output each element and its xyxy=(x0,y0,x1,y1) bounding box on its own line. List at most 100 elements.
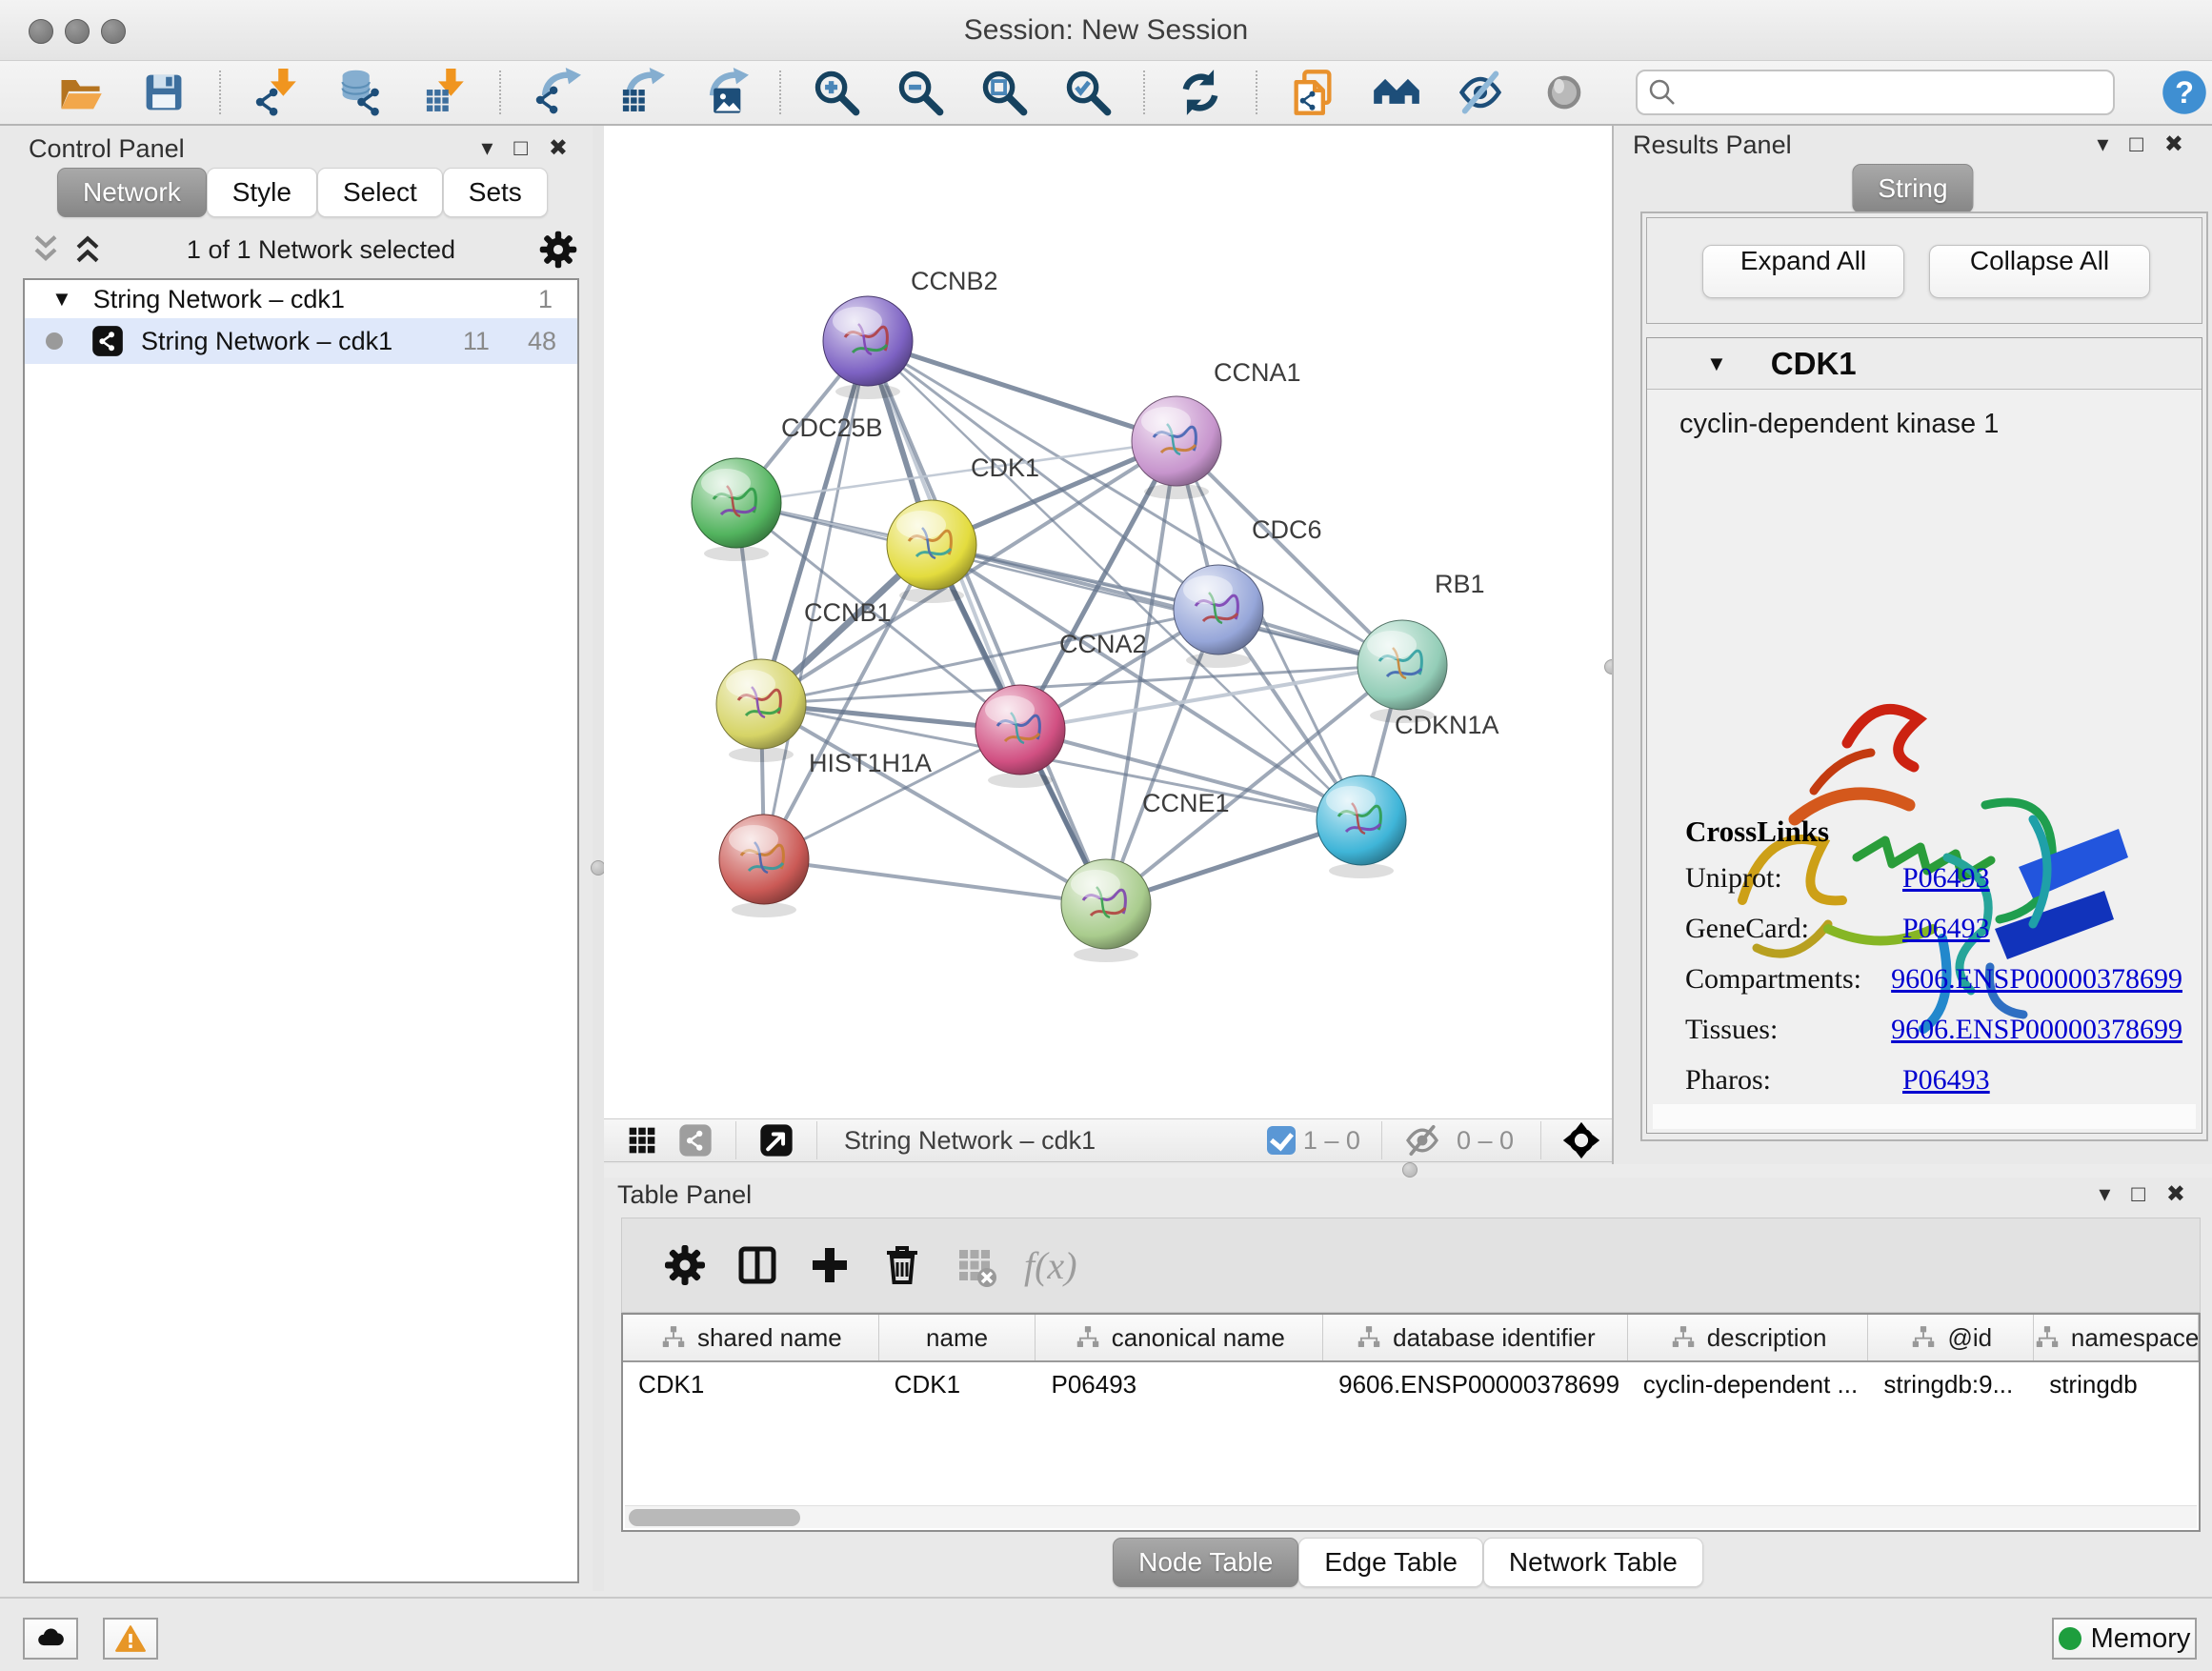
zoom-out-icon[interactable] xyxy=(894,66,947,119)
zoom-in-icon[interactable] xyxy=(810,66,863,119)
open-icon[interactable] xyxy=(53,66,107,119)
network-edge[interactable] xyxy=(764,859,1106,904)
birds-eye-view-icon[interactable] xyxy=(623,1121,661,1159)
column-header--id[interactable]: @id xyxy=(1868,1315,2034,1360)
network-edge[interactable] xyxy=(868,341,1176,441)
network-node-CDKN1A[interactable] xyxy=(1317,775,1406,878)
table-cell[interactable]: CDK1 xyxy=(623,1362,879,1406)
horizontal-splitter-handle[interactable] xyxy=(1402,1162,1418,1178)
results-scroll-strip xyxy=(1653,1104,2196,1129)
network-node-HIST1H1A[interactable] xyxy=(719,815,809,917)
table-cell[interactable]: cyclin-dependent ... xyxy=(1628,1362,1869,1406)
selected-counts: 1 – 0 xyxy=(1303,1126,1360,1156)
search-input[interactable] xyxy=(1636,70,2115,115)
collection-disclosure-icon[interactable]: ▼ xyxy=(51,287,72,312)
column-header-database-identifier[interactable]: database identifier xyxy=(1323,1315,1628,1360)
hide-selected-icon[interactable] xyxy=(1454,66,1507,119)
table-options-gear-icon[interactable] xyxy=(658,1238,712,1292)
show-columns-icon[interactable] xyxy=(731,1238,784,1292)
table-row[interactable]: CDK1CDK1P064939606.ENSP00000378699cyclin… xyxy=(623,1362,2199,1406)
network-edge[interactable] xyxy=(868,341,1106,904)
cloud-button[interactable] xyxy=(23,1618,78,1660)
crosslink-link[interactable]: P06493 xyxy=(1902,862,1990,895)
table-cell[interactable]: stringdb xyxy=(2034,1362,2199,1406)
horizontal-splitter[interactable] xyxy=(604,1164,2212,1178)
clone-network-icon[interactable] xyxy=(1286,66,1339,119)
network-node-CCNB1[interactable] xyxy=(716,659,806,762)
table-cell[interactable]: CDK1 xyxy=(879,1362,1036,1406)
table-panel-collapse-icon[interactable]: ▾ xyxy=(2099,1178,2110,1212)
memory-button[interactable]: Memory xyxy=(2052,1618,2197,1660)
home-icon[interactable] xyxy=(1370,66,1423,119)
selected-nodes-checkbox[interactable] xyxy=(1267,1126,1296,1155)
table-panel-close-icon[interactable]: ✖ xyxy=(2166,1178,2185,1212)
add-column-icon[interactable] xyxy=(803,1238,856,1292)
expand-all-networks-icon[interactable] xyxy=(27,231,65,269)
collapse-all-button[interactable]: Collapse All xyxy=(1929,245,2150,298)
tab-select[interactable]: Select xyxy=(317,168,443,217)
control-panel-float-icon[interactable]: □ xyxy=(513,131,528,166)
column-header-namespace[interactable]: namespace xyxy=(2034,1315,2199,1360)
table-horizontal-scrollbar[interactable] xyxy=(625,1505,2197,1528)
export-image-icon[interactable] xyxy=(697,66,751,119)
save-icon[interactable] xyxy=(137,66,191,119)
warning-button[interactable] xyxy=(103,1618,158,1660)
tab-style[interactable]: Style xyxy=(207,168,317,217)
help-icon[interactable]: ? xyxy=(2159,67,2210,118)
collapse-all-networks-icon[interactable] xyxy=(69,231,107,269)
column-header-shared-name[interactable]: shared name xyxy=(623,1315,879,1360)
column-header-name[interactable]: name xyxy=(879,1315,1036,1360)
results-tab-string[interactable]: String xyxy=(1852,164,1973,213)
network-node-CCNA1[interactable] xyxy=(1132,396,1221,499)
table-cell[interactable]: stringdb:9... xyxy=(1868,1362,2034,1406)
delete-column-icon[interactable] xyxy=(875,1238,929,1292)
network-collection-row[interactable]: ▼ String Network – cdk1 1 xyxy=(25,280,577,318)
network-options-gear-icon[interactable] xyxy=(537,229,579,271)
network-node-CCNE1[interactable] xyxy=(1061,859,1151,962)
zoom-fit-icon[interactable] xyxy=(977,66,1031,119)
fit-selected-crosshair-icon[interactable] xyxy=(1562,1121,1600,1159)
results-panel-float-icon[interactable]: □ xyxy=(2129,128,2143,162)
import-network-icon[interactable] xyxy=(250,66,303,119)
column-type-icon xyxy=(1909,1323,1938,1352)
control-panel-collapse-icon[interactable]: ▾ xyxy=(481,131,493,166)
zoom-selected-icon[interactable] xyxy=(1061,66,1115,119)
network-canvas[interactable]: CCNB2CCNA1CDC25BCDK1CDC6RB1CCNB1CCNA2CDK… xyxy=(604,126,1612,1118)
network-node-CDC25B[interactable] xyxy=(692,458,781,561)
network-row-selected[interactable]: String Network – cdk1 11 48 xyxy=(25,318,577,364)
results-panel-close-icon[interactable]: ✖ xyxy=(2164,128,2183,162)
control-panel-close-icon[interactable]: ✖ xyxy=(549,131,568,166)
crosslink-link[interactable]: 9606.ENSP00000378699 xyxy=(1891,963,2182,996)
table-panel-float-icon[interactable]: □ xyxy=(2131,1178,2145,1212)
column-header-canonical-name[interactable]: canonical name xyxy=(1036,1315,1323,1360)
crosslink-link[interactable]: P06493 xyxy=(1902,1064,1990,1097)
refresh-icon[interactable] xyxy=(1174,66,1227,119)
column-header-label: shared name xyxy=(697,1323,842,1353)
network-edge[interactable] xyxy=(932,545,1402,665)
tab-network[interactable]: Network xyxy=(57,168,207,217)
node-entry-header[interactable]: ▼ CDK1 xyxy=(1647,338,2202,390)
crosslink-link[interactable]: 9606.ENSP00000378699 xyxy=(1891,1014,2182,1046)
entry-disclosure-icon[interactable]: ▼ xyxy=(1706,352,1727,376)
table-cell[interactable]: 9606.ENSP00000378699 xyxy=(1323,1362,1628,1406)
tab-edge-table[interactable]: Edge Table xyxy=(1298,1538,1483,1587)
network-node-RB1[interactable] xyxy=(1357,620,1447,723)
detach-view-icon[interactable] xyxy=(757,1121,795,1159)
import-database-icon[interactable] xyxy=(333,66,387,119)
export-network-icon[interactable] xyxy=(530,66,583,119)
network-node-CCNB2[interactable] xyxy=(823,296,913,399)
expand-all-button[interactable]: Expand All xyxy=(1702,245,1904,298)
import-table-icon[interactable] xyxy=(417,66,471,119)
tab-sets[interactable]: Sets xyxy=(443,168,548,217)
results-panel-collapse-icon[interactable]: ▾ xyxy=(2097,128,2108,162)
crosslink-link[interactable]: P06493 xyxy=(1902,913,1990,945)
tab-node-table[interactable]: Node Table xyxy=(1113,1538,1298,1587)
scrollbar-thumb[interactable] xyxy=(629,1509,800,1526)
network-edge[interactable] xyxy=(736,441,1176,503)
export-table-icon[interactable] xyxy=(613,66,667,119)
column-header-description[interactable]: description xyxy=(1628,1315,1869,1360)
left-splitter[interactable] xyxy=(593,126,604,1591)
tab-network-table[interactable]: Network Table xyxy=(1483,1538,1703,1587)
show-all-icon[interactable] xyxy=(1538,66,1591,119)
table-cell[interactable]: P06493 xyxy=(1036,1362,1323,1406)
